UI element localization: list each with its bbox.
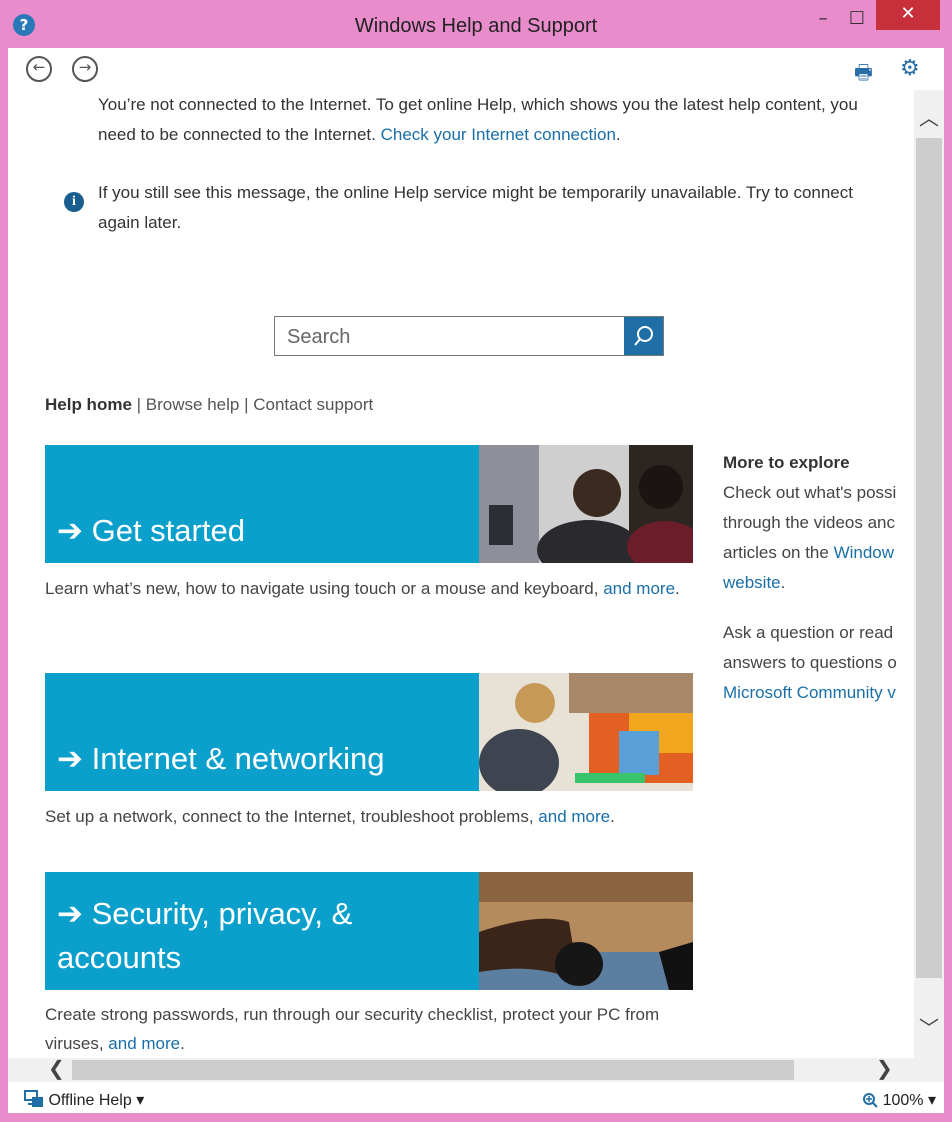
status-bar: Offline Help ▾ 100% ▾ xyxy=(8,1082,944,1113)
zoom-label: 100% ▾ xyxy=(882,1092,936,1109)
tile-internet-networking[interactable]: ➔ Internet & networking xyxy=(45,673,693,791)
minimize-button[interactable]: – xyxy=(808,4,838,38)
people-photo xyxy=(479,445,693,563)
website-link[interactable]: website xyxy=(723,573,781,592)
tile-title: ➔ Get started xyxy=(57,513,245,548)
tile-title: ➔ Security, privacy, & accounts xyxy=(57,896,353,975)
offline-help-dropdown[interactable]: Offline Help ▾ xyxy=(24,1090,144,1110)
crumb-sep: | xyxy=(239,395,254,414)
mouse-photo xyxy=(479,872,693,990)
tile-photo xyxy=(479,872,693,990)
side-text-line: website. xyxy=(723,568,914,598)
side-text: answers to questions o xyxy=(723,653,897,672)
breadcrumb: Help home | Browse help | Contact suppor… xyxy=(45,395,373,415)
side-heading: More to explore xyxy=(723,453,850,472)
tile-security-privacy[interactable]: ➔ Security, privacy, & accounts xyxy=(45,872,693,990)
desc-text: Set up a network, connect to the Interne… xyxy=(45,807,539,826)
windows-website-link[interactable]: Window xyxy=(834,543,894,562)
maximize-button[interactable]: ☐ xyxy=(842,4,872,38)
side-text: through the videos anc xyxy=(723,513,896,532)
tile-photo xyxy=(479,673,693,791)
help-window: ? Windows Help and Support – ☐ ✕ ← → 🖶 ⚙… xyxy=(0,0,952,1122)
help-home-link[interactable]: Help home xyxy=(45,395,132,414)
laptop-photo xyxy=(479,673,693,791)
tile-desc: Set up a network, connect to the Interne… xyxy=(45,802,695,831)
more-to-explore-panel: More to explore Check out what's possi t… xyxy=(723,448,914,708)
crumb-sep: | xyxy=(131,395,146,414)
forward-button[interactable]: → xyxy=(72,56,98,82)
desc-period: . xyxy=(610,807,615,826)
scroll-up-arrow[interactable]: ︿ xyxy=(914,102,944,131)
back-button[interactable]: ← xyxy=(26,56,52,82)
settings-gear-icon[interactable]: ⚙ xyxy=(900,56,920,81)
vertical-scrollbar[interactable]: ︿ ﹀ xyxy=(914,90,944,1058)
side-spacer xyxy=(723,598,914,618)
tile-photo xyxy=(479,445,693,563)
zoom-control[interactable]: 100% ▾ xyxy=(862,1090,936,1110)
offline-help-label: Offline Help ▾ xyxy=(48,1092,145,1109)
contact-support-link[interactable]: Contact support xyxy=(253,395,373,414)
and-more-link[interactable]: and more xyxy=(603,579,675,598)
offline-notice: You’re not connected to the Internet. To… xyxy=(98,90,888,150)
tile-desc: Learn what’s new, how to navigate using … xyxy=(45,574,695,603)
search-input[interactable] xyxy=(285,317,619,357)
desc-period: . xyxy=(675,579,680,598)
notice-period: . xyxy=(615,125,621,144)
side-text: Ask a question or read xyxy=(723,623,894,642)
vertical-scroll-thumb[interactable] xyxy=(916,138,942,978)
check-connection-link[interactable]: Check your Internet connection xyxy=(381,125,616,144)
side-text: Check out what's possi xyxy=(723,483,897,502)
horizontal-scrollbar[interactable]: ❮ ❯ xyxy=(8,1056,944,1082)
and-more-link[interactable]: and more xyxy=(108,1034,180,1053)
search-box xyxy=(274,316,664,357)
search-icon xyxy=(634,326,653,346)
desc-period: . xyxy=(180,1034,185,1053)
side-text-line: articles on the Window xyxy=(723,538,914,568)
browse-help-link[interactable]: Browse help xyxy=(146,395,240,414)
info-icon: i xyxy=(64,192,84,212)
microsoft-community-link[interactable]: Microsoft Community v xyxy=(723,678,914,708)
side-period: . xyxy=(780,573,786,592)
side-text: articles on the xyxy=(723,543,834,562)
scroll-left-arrow[interactable]: ❮ xyxy=(48,1056,65,1080)
scroll-right-arrow[interactable]: ❯ xyxy=(876,1056,893,1080)
title-bar: ? Windows Help and Support – ☐ ✕ xyxy=(0,0,952,48)
retry-notice: If you still see this message, the onlin… xyxy=(98,183,853,232)
client-area: ← → 🖶 ⚙ i You’re not connected to the In… xyxy=(8,48,944,1113)
help-mode-icon xyxy=(24,1090,43,1107)
tile-get-started[interactable]: ➔ Get started xyxy=(45,445,693,563)
zoom-icon xyxy=(863,1093,878,1108)
help-content: i You’re not connected to the Internet. … xyxy=(8,90,914,1058)
search-button[interactable] xyxy=(624,317,663,355)
toolbar: ← → 🖶 ⚙ xyxy=(8,48,944,90)
and-more-link[interactable]: and more xyxy=(538,807,610,826)
tile-title: ➔ Internet & networking xyxy=(57,741,385,776)
close-button[interactable]: ✕ xyxy=(876,0,940,30)
horizontal-scroll-thumb[interactable] xyxy=(72,1060,794,1080)
desc-text: Learn what’s new, how to navigate using … xyxy=(45,579,604,598)
print-icon[interactable]: 🖶 xyxy=(854,58,873,92)
tile-desc: Create strong passwords, run through our… xyxy=(45,1000,695,1058)
scroll-down-arrow[interactable]: ﹀ xyxy=(914,1012,944,1041)
